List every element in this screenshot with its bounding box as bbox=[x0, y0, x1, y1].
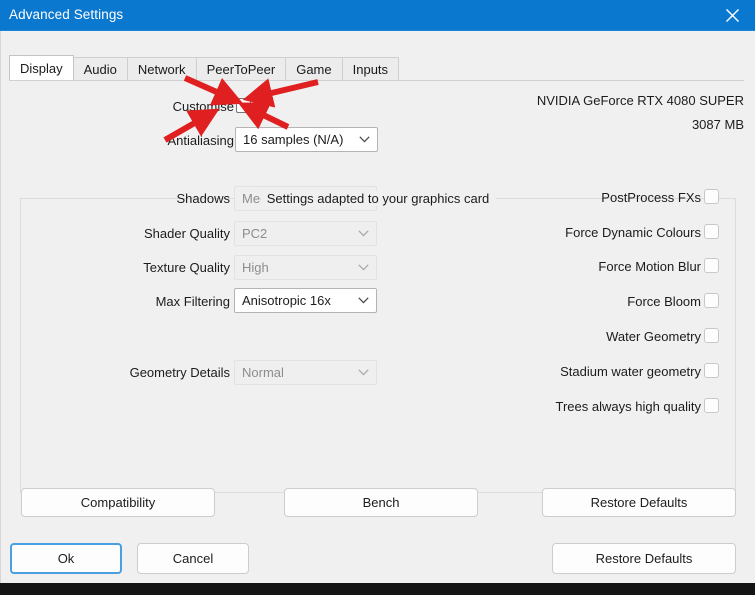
tab-network[interactable]: Network bbox=[126, 57, 197, 80]
ok-button[interactable]: Ok bbox=[10, 543, 122, 574]
graphics-settings-group bbox=[20, 198, 736, 493]
title-bar: Advanced Settings bbox=[0, 0, 755, 31]
force-dynamic-colours-label: Force Dynamic Colours bbox=[565, 225, 701, 240]
window-body: Display Audio Network PeerToPeer Game In… bbox=[0, 31, 755, 583]
window-title: Advanced Settings bbox=[9, 7, 124, 22]
ok-label: Ok bbox=[57, 551, 75, 566]
tab-label: Game bbox=[296, 61, 332, 77]
group-caption: Settings adapted to your graphics card bbox=[260, 191, 496, 206]
geometry-details-value: Normal bbox=[242, 365, 284, 380]
compatibility-button[interactable]: Compatibility bbox=[21, 488, 215, 517]
chevron-down-icon bbox=[351, 136, 377, 143]
shadows-label: Shadows bbox=[176, 191, 230, 206]
tab-label: Inputs bbox=[352, 61, 389, 77]
stadium-water-geometry-checkbox[interactable] bbox=[704, 363, 719, 378]
restore-defaults-label: Restore Defaults bbox=[590, 495, 688, 510]
tab-peertopeer[interactable]: PeerToPeer bbox=[195, 57, 287, 80]
stadium-water-geometry-label: Stadium water geometry bbox=[560, 364, 701, 379]
bench-label: Bench bbox=[362, 495, 400, 510]
shader-quality-label: Shader Quality bbox=[144, 226, 230, 241]
restore-defaults-label: Restore Defaults bbox=[595, 551, 693, 566]
shader-quality-value: PC2 bbox=[242, 226, 268, 241]
antialiasing-dropdown[interactable]: 16 samples (N/A) bbox=[235, 127, 378, 152]
customise-checkbox[interactable] bbox=[236, 98, 251, 113]
antialiasing-label: Antialiasing bbox=[167, 133, 235, 148]
cancel-label: Cancel bbox=[172, 551, 214, 566]
tab-display[interactable]: Display bbox=[9, 55, 74, 80]
trees-always-high-quality-label: Trees always high quality bbox=[555, 399, 701, 414]
tab-inputs[interactable]: Inputs bbox=[341, 57, 400, 80]
trees-always-high-quality-checkbox[interactable] bbox=[704, 398, 719, 413]
tab-audio[interactable]: Audio bbox=[72, 57, 128, 80]
gpu-memory: 3087 MB bbox=[691, 117, 744, 132]
texture-quality-label: Texture Quality bbox=[143, 260, 230, 275]
max-filtering-dropdown[interactable]: Anisotropic 16x bbox=[234, 288, 377, 313]
tab-bar: Display Audio Network PeerToPeer Game In… bbox=[9, 55, 400, 80]
close-icon[interactable] bbox=[709, 0, 755, 30]
cancel-button[interactable]: Cancel bbox=[137, 543, 249, 574]
tab-label: Audio bbox=[83, 61, 117, 77]
chevron-down-icon bbox=[350, 230, 376, 237]
water-geometry-checkbox[interactable] bbox=[704, 328, 719, 343]
chevron-down-icon bbox=[350, 264, 376, 271]
footer-restore-defaults-button[interactable]: Restore Defaults bbox=[552, 543, 736, 574]
geometry-details-dropdown[interactable]: Normal bbox=[234, 360, 377, 385]
texture-quality-value: High bbox=[242, 260, 269, 275]
bottom-strip bbox=[0, 583, 755, 595]
max-filtering-value: Anisotropic 16x bbox=[242, 293, 331, 308]
chevron-down-icon bbox=[350, 369, 376, 376]
chevron-down-icon bbox=[350, 297, 376, 304]
customise-label: Customise bbox=[172, 99, 234, 114]
shader-quality-dropdown[interactable]: PC2 bbox=[234, 221, 377, 246]
texture-quality-dropdown[interactable]: High bbox=[234, 255, 377, 280]
geometry-details-label: Geometry Details bbox=[129, 365, 230, 380]
force-bloom-checkbox[interactable] bbox=[704, 293, 719, 308]
advanced-settings-window: Advanced Settings Display Audio Network … bbox=[0, 0, 755, 583]
group-restore-defaults-button[interactable]: Restore Defaults bbox=[542, 488, 736, 517]
tab-label: PeerToPeer bbox=[206, 61, 276, 77]
force-motion-blur-checkbox[interactable] bbox=[704, 258, 719, 273]
tab-label: Display bbox=[20, 60, 63, 76]
postprocess-fxs-checkbox[interactable] bbox=[704, 189, 719, 204]
force-dynamic-colours-checkbox[interactable] bbox=[704, 224, 719, 239]
max-filtering-label: Max Filtering bbox=[155, 294, 230, 309]
force-motion-blur-label: Force Motion Blur bbox=[598, 259, 701, 274]
bench-button[interactable]: Bench bbox=[284, 488, 478, 517]
tab-underline bbox=[9, 80, 744, 81]
water-geometry-label: Water Geometry bbox=[606, 329, 701, 344]
tab-game[interactable]: Game bbox=[285, 57, 343, 80]
compatibility-label: Compatibility bbox=[80, 495, 156, 510]
gpu-name: NVIDIA GeForce RTX 4080 SUPER bbox=[536, 93, 744, 108]
tab-label: Network bbox=[137, 61, 186, 77]
antialiasing-value: 16 samples (N/A) bbox=[243, 132, 344, 147]
force-bloom-label: Force Bloom bbox=[627, 294, 701, 309]
postprocess-fxs-label: PostProcess FXs bbox=[601, 190, 701, 205]
